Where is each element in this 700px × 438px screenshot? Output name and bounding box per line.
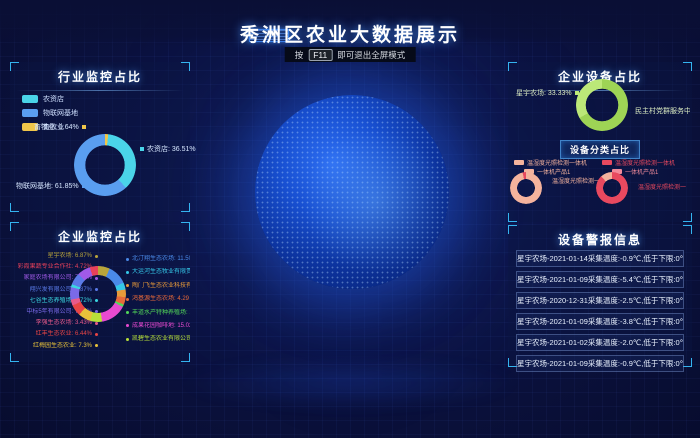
alarm-row: 星宇农场-2021-01-14采集温度:-0.9℃,低于下限:0℃ bbox=[516, 250, 684, 267]
enterprise-label: 大运河生态牧业有限责任公 bbox=[126, 268, 190, 276]
enterprise-label: 星宇农场: 6.87% bbox=[48, 252, 98, 260]
label-dot bbox=[126, 284, 129, 287]
alarm-row: 星宇农场-2021-01-09采集温度:-0.9℃,低于下限:0℃ bbox=[516, 355, 684, 372]
legend-item[interactable]: 温湿度光照检测一体机 bbox=[514, 158, 587, 167]
device-class-chart-left: 温湿度光照检测一体机 一体机产品1 温湿度光照检测一 bbox=[508, 156, 600, 220]
enterprise-panel-title: 企业监控占比 bbox=[10, 222, 190, 245]
panel-right-top-group: 企业设备占比 星宇农场: 33.33% 民主村党群服务中心: 设备分类占比 温湿… bbox=[508, 62, 692, 222]
enterprise-label: 丰道水产特种养殖场: 1. bbox=[126, 309, 190, 317]
label-dot bbox=[126, 258, 129, 261]
panel-enterprise-monitoring: 企业监控占比 星宇农场: 6.87% 彩霞果蔬专业合作社: 4.72% 家庭农场… bbox=[10, 222, 190, 362]
legend-swatch bbox=[514, 160, 524, 165]
label-dot bbox=[95, 322, 98, 325]
alarm-list: 星宇农场-2021-01-14采集温度:-0.9℃,低于下限:0℃ 星宇农场-2… bbox=[516, 250, 684, 376]
label-dot bbox=[95, 255, 98, 258]
legend-item[interactable]: 农资店 bbox=[22, 94, 78, 104]
enterprise-label: 红梅园生态农业: 7.3% bbox=[33, 342, 98, 350]
callout-farm-store: 农资店: 36.51% bbox=[140, 144, 196, 154]
enterprise-label: 凯碧生态农业有限公司: 6.87% bbox=[126, 335, 190, 343]
device-class-chart-right: 温湿度光照检测一体机 一体机产品1 温湿度光照检测一 bbox=[596, 156, 692, 220]
label-dot bbox=[126, 338, 129, 341]
alarm-panel-title: 设备警报信息 bbox=[508, 225, 692, 248]
label-dot bbox=[126, 324, 129, 327]
enterprise-labels-right: 北汀翔生态农场: 11.50% 大运河生态牧业有限责任公 陶门飞生态农业科技有限… bbox=[126, 255, 190, 343]
legend-label: 物联网基地 bbox=[43, 108, 78, 118]
enterprise-label: 鸿基源生态农场: 4.29 bbox=[126, 295, 189, 303]
callout-marker bbox=[140, 147, 144, 151]
label-dot bbox=[126, 298, 129, 301]
hint-suffix: 即可退出全屏模式 bbox=[337, 49, 405, 61]
callout-marker bbox=[82, 125, 86, 129]
callout-iot-base: 物联网基地: 61.85% bbox=[16, 181, 86, 191]
legend-label: 温湿度光照检测一体机 bbox=[615, 158, 675, 167]
alarm-row: 星宇农场-2021-01-02采集温度:-2.0℃,低于下限:0℃ bbox=[516, 334, 684, 351]
device-class-donut-left[interactable] bbox=[510, 172, 542, 204]
callout-label: 温湿度光照检测一 bbox=[552, 176, 600, 185]
callout-marker bbox=[82, 184, 86, 188]
industry-panel-title: 行业监控占比 bbox=[10, 62, 190, 85]
label-dot bbox=[95, 333, 98, 336]
legend-swatch bbox=[22, 109, 38, 117]
label-dot bbox=[126, 271, 129, 274]
panel-industry-monitoring: 行业监控占比 农资店 物联网基地 畜牧业 畜牧业: 1.64% 农资店: 36.… bbox=[10, 62, 190, 212]
f11-key-badge: F11 bbox=[308, 49, 332, 61]
callout-service-center: 民主村党群服务中心: bbox=[632, 106, 690, 116]
label-dot bbox=[126, 311, 129, 314]
enterprise-label: 红丰生态农业: 6.44% bbox=[36, 330, 98, 338]
fullscreen-hint: 按 F11 即可退出全屏模式 bbox=[285, 47, 416, 62]
enterprise-donut-chart[interactable] bbox=[70, 266, 126, 322]
legend-item[interactable]: 温湿度光照检测一体机 bbox=[602, 158, 675, 167]
page-title: 秀洲区农业大数据展示 bbox=[0, 20, 700, 47]
legend-label: 农资店 bbox=[43, 94, 64, 104]
device-class-donut-right[interactable] bbox=[596, 172, 628, 204]
enterprise-label: 陶门飞生态农业科技有限公 bbox=[126, 282, 190, 290]
divider bbox=[16, 90, 184, 91]
hint-prefix: 按 bbox=[295, 49, 304, 61]
enterprise-label: 成果花园咖啡地: 15.02% bbox=[126, 322, 190, 330]
equipment-donut-chart[interactable] bbox=[576, 79, 628, 131]
legend-swatch bbox=[602, 160, 612, 165]
alarm-row: 星宇农场-2021-01-09采集温度:-3.8℃,低于下限:0℃ bbox=[516, 313, 684, 330]
section-equipment-ratio: 企业设备占比 星宇农场: 33.33% 民主村党群服务中心: bbox=[508, 62, 692, 136]
legend-swatch bbox=[22, 95, 38, 103]
label-dot bbox=[95, 344, 98, 347]
callout-xingyu-farm: 星宇农场: 33.33% bbox=[516, 88, 579, 98]
section-device-classification: 设备分类占比 温湿度光照检测一体机 一体机产品1 温湿度光照检测一 温湿度光照检… bbox=[508, 138, 692, 222]
callout-livestock: 畜牧业: 1.64% bbox=[34, 122, 86, 132]
panel-device-alarms: 设备警报信息 星宇农场-2021-01-14采集温度:-0.9℃,低于下限:0℃… bbox=[508, 225, 692, 367]
alarm-row: 星宇农场-2020-12-31采集温度:-2.5℃,低于下限:0℃ bbox=[516, 292, 684, 309]
callout-label: 温湿度光照检测一 bbox=[638, 182, 686, 191]
header: 秀洲区农业大数据展示 bbox=[0, 0, 700, 46]
alarm-row: 星宇农场-2021-01-09采集温度:-5.4℃,低于下限:0℃ bbox=[516, 271, 684, 288]
enterprise-label: 北汀翔生态农场: 11.50% bbox=[126, 255, 190, 263]
legend-label: 温湿度光照检测一体机 bbox=[527, 158, 587, 167]
callout-marker bbox=[575, 91, 579, 95]
globe-visualization bbox=[255, 95, 449, 289]
legend-item[interactable]: 物联网基地 bbox=[22, 108, 78, 118]
legend-label: 一体机产品1 bbox=[625, 167, 658, 176]
floor-glow bbox=[180, 356, 520, 410]
legend-label: 一体机产品1 bbox=[537, 167, 570, 176]
